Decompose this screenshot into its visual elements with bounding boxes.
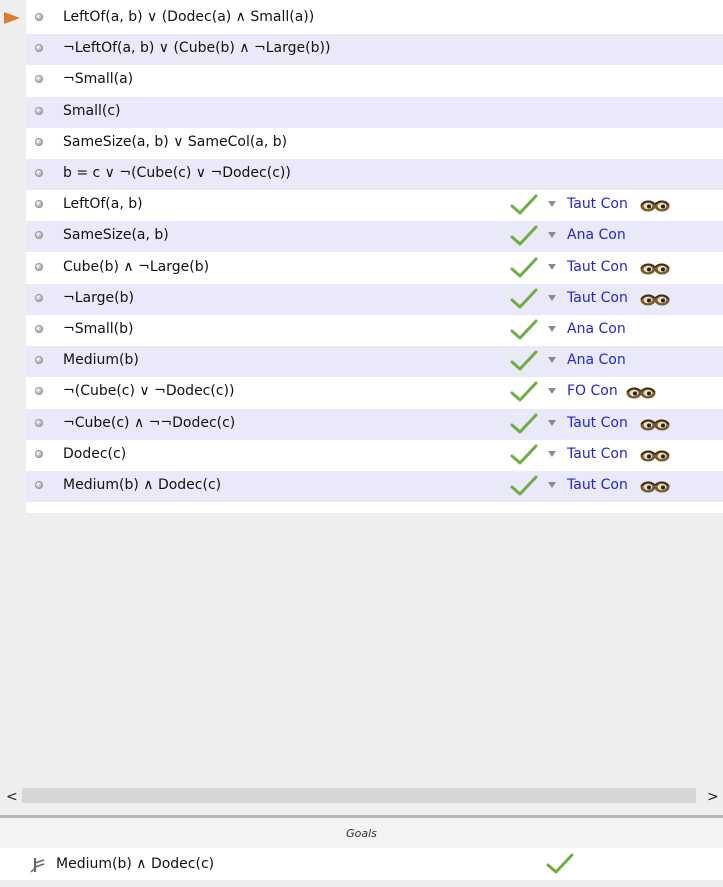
goals-title: Goals <box>346 827 377 840</box>
step-bullet-icon[interactable] <box>35 449 43 458</box>
rule-label[interactable]: Taut Con <box>567 415 628 431</box>
step-row[interactable]: ¬(Cube(c) ∨ ¬Dodec(c)) FO Con <box>26 377 723 408</box>
step-bullet-icon[interactable] <box>35 169 43 177</box>
glasses-icon <box>640 450 670 462</box>
step-bullet-icon[interactable] <box>35 200 43 209</box>
goal-row[interactable]: Medium(b) ∧ Dodec(c) <box>0 848 723 880</box>
step-bullet-icon[interactable] <box>35 106 43 115</box>
step-bullet-icon[interactable] <box>35 387 43 396</box>
step-bullet-icon[interactable] <box>35 293 43 302</box>
step-bullet-icon[interactable] <box>35 356 43 365</box>
premise-row[interactable]: SameSize(a, b) ∨ SameCol(a, b) <box>26 128 723 159</box>
glasses-icon <box>640 419 670 431</box>
sentence-text[interactable]: Medium(b) ∧ Dodec(c) <box>63 477 221 493</box>
sentence-text[interactable]: Medium(b) <box>63 352 139 368</box>
sentence-text[interactable]: Small(c) <box>63 103 121 119</box>
check-icon <box>510 194 538 215</box>
rule-dropdown-icon[interactable] <box>548 326 556 332</box>
sentence-text[interactable]: b = c ∨ ¬(Cube(c) ∨ ¬Dodec(c)) <box>63 165 291 181</box>
sentence-text[interactable]: ¬Large(b) <box>63 290 134 306</box>
sentence-text[interactable]: Dodec(c) <box>63 446 126 462</box>
check-icon <box>510 413 538 434</box>
step-bullet-icon[interactable] <box>35 231 43 240</box>
step-bullet-icon[interactable] <box>35 325 43 333</box>
rule-dropdown-icon[interactable] <box>548 263 556 270</box>
sentence-text[interactable]: LeftOf(a, b) ∨ (Dodec(a) ∧ Small(a)) <box>63 9 314 25</box>
goals-header: Goals <box>0 815 723 850</box>
glasses-icon <box>640 481 670 493</box>
step-row[interactable]: SameSize(a, b) Ana Con <box>26 221 723 253</box>
premise-row[interactable]: ¬LeftOf(a, b) ∨ (Cube(b) ∧ ¬Large(b)) <box>26 34 723 66</box>
step-row[interactable]: Cube(b) ∧ ¬Large(b) Taut Con <box>26 253 723 284</box>
sentence-text[interactable]: SameSize(a, b) <box>63 227 169 243</box>
glasses-icon <box>640 200 670 212</box>
rule-dropdown-icon[interactable] <box>548 357 556 364</box>
rule-dropdown-icon[interactable] <box>548 419 556 426</box>
sentence-text[interactable]: ¬LeftOf(a, b) ∨ (Cube(b) ∧ ¬Large(b)) <box>63 40 330 56</box>
proof-panel[interactable]: LeftOf(a, b) ∨ (Dodec(a) ∧ Small(a)) ¬Lef… <box>26 0 723 513</box>
current-step-pointer-icon <box>4 12 20 24</box>
step-bullet-icon[interactable] <box>35 44 43 53</box>
step-bullet-icon[interactable] <box>35 137 43 146</box>
step-row[interactable]: ¬Large(b) Taut Con <box>26 283 723 315</box>
sentence-text[interactable]: LeftOf(a, b) <box>63 196 143 212</box>
rule-label[interactable]: FO Con <box>567 383 618 399</box>
check-icon <box>510 319 538 340</box>
rule-dropdown-icon[interactable] <box>548 294 556 301</box>
premise-row[interactable]: ¬Small(a) <box>26 65 723 96</box>
step-row[interactable]: Dodec(c) Taut Con <box>26 440 723 471</box>
sentence-text[interactable]: ¬(Cube(c) ∨ ¬Dodec(c)) <box>63 383 234 399</box>
step-row[interactable]: ¬Small(b) Ana Con <box>26 315 723 346</box>
scroll-right-button[interactable]: > <box>707 789 719 805</box>
sentence-text[interactable]: ¬Small(b) <box>63 321 133 337</box>
step-bullet-icon[interactable] <box>35 418 43 427</box>
rule-dropdown-icon[interactable] <box>548 232 556 239</box>
rule-dropdown-icon[interactable] <box>548 450 556 457</box>
glasses-icon <box>626 387 656 399</box>
sentence-text[interactable]: ¬Small(a) <box>63 71 133 87</box>
step-bullet-icon[interactable] <box>35 13 43 21</box>
check-icon <box>510 288 538 309</box>
horizontal-scrollbar[interactable]: < > <box>0 786 723 806</box>
check-icon <box>510 475 538 496</box>
sentence-text[interactable]: ¬Cube(c) ∧ ¬¬Dodec(c) <box>63 415 235 431</box>
rule-dropdown-icon[interactable] <box>548 388 556 395</box>
check-icon <box>510 350 538 371</box>
step-row[interactable]: LeftOf(a, b) Taut Con <box>26 190 723 221</box>
step-bullet-icon[interactable] <box>35 75 43 84</box>
rule-dropdown-icon[interactable] <box>548 482 556 488</box>
goal-sentence: Medium(b) ∧ Dodec(c) <box>56 856 215 872</box>
rule-label[interactable]: Taut Con <box>567 259 628 275</box>
step-bullet-icon[interactable] <box>35 262 43 271</box>
check-icon <box>510 381 538 402</box>
sentence-text[interactable]: Cube(b) ∧ ¬Large(b) <box>63 259 209 275</box>
rule-label[interactable]: Taut Con <box>567 446 628 462</box>
rule-label[interactable]: Ana Con <box>567 227 626 243</box>
rule-dropdown-icon[interactable] <box>548 201 556 208</box>
premise-row[interactable]: Small(c) <box>26 96 723 128</box>
check-icon <box>510 225 538 246</box>
step-row[interactable]: Medium(b) ∧ Dodec(c) Taut Con <box>26 471 723 502</box>
proof-gutter <box>0 0 26 513</box>
step-row[interactable]: ¬Cube(c) ∧ ¬¬Dodec(c) Taut Con <box>26 408 723 440</box>
scroll-left-button[interactable]: < <box>6 789 18 805</box>
rule-label[interactable]: Ana Con <box>567 352 626 368</box>
premise-row[interactable]: b = c ∨ ¬(Cube(c) ∨ ¬Dodec(c)) <box>26 159 723 190</box>
check-icon <box>546 853 574 874</box>
rule-label[interactable]: Taut Con <box>567 290 628 306</box>
premise-row[interactable]: LeftOf(a, b) ∨ (Dodec(a) ∧ Small(a)) <box>26 3 723 34</box>
step-row[interactable]: Medium(b) Ana Con <box>26 346 723 378</box>
glasses-icon <box>640 263 670 275</box>
step-bullet-icon[interactable] <box>35 481 43 489</box>
check-icon <box>510 257 538 278</box>
scrollbar-thumb[interactable] <box>22 788 696 803</box>
rule-label[interactable]: Taut Con <box>567 477 628 493</box>
glasses-icon <box>640 294 670 306</box>
check-icon <box>510 444 538 465</box>
turnstile-icon <box>30 858 45 873</box>
sentence-text[interactable]: SameSize(a, b) ∨ SameCol(a, b) <box>63 134 287 150</box>
rule-label[interactable]: Ana Con <box>567 321 626 337</box>
rule-label[interactable]: Taut Con <box>567 196 628 212</box>
